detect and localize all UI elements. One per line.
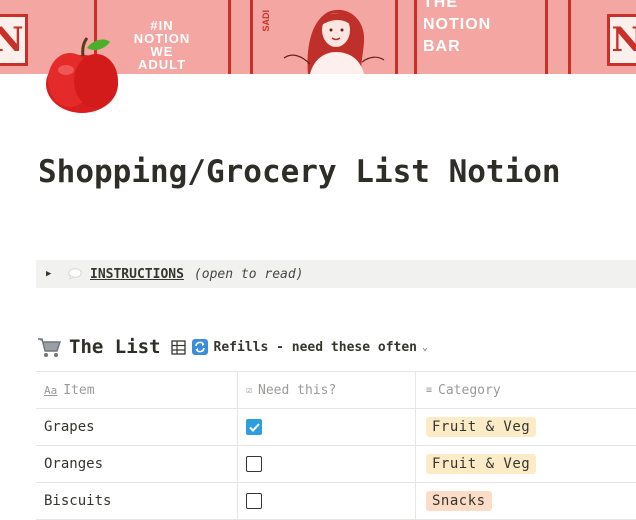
cover-divider [250,0,253,74]
checkbox-icon: ☑ [246,384,253,396]
category-cell[interactable]: Fruit & Veg [416,446,636,482]
category-tag[interactable]: Fruit & Veg [426,454,537,474]
list-icon: ≡ [426,384,433,396]
page-title[interactable]: Shopping/Grocery List Notion [38,154,561,190]
checkmark-icon [248,422,260,432]
item-cell[interactable]: Grapes [36,409,238,445]
cover-slogan-adult: #IN NOTION WE ADULT [119,19,205,71]
table-row[interactable]: Oranges Fruit & Veg [36,446,636,483]
column-header-category[interactable]: ≡ Category [416,372,636,408]
speech-bubble-icon [68,268,82,280]
category-cell[interactable]: Fruit & Veg [416,409,636,445]
table-header-row: Aa Item ☑ Need this? ≡ Category [36,371,636,409]
category-tag[interactable]: Snacks [426,491,492,511]
item-cell[interactable]: Biscuits [36,483,238,519]
text-property-icon: Aa [44,383,58,397]
column-header-label: Need this? [258,382,337,398]
unchecked-checkbox[interactable] [246,493,262,509]
cover-slogan-line: THE [423,0,458,11]
item-cell[interactable]: Oranges [36,446,238,482]
instructions-toggle[interactable]: ▶ INSTRUCTIONS (open to read) [36,260,636,288]
database-title[interactable]: The List [69,336,161,358]
database-table: Aa Item ☑ Need this? ≡ Category Grapes F… [36,371,636,520]
column-header-label: Category [438,382,501,398]
woman-illustration-icon [283,9,385,74]
unchecked-checkbox[interactable] [246,456,262,472]
database-header: The List Refills - need these often ⌄ [37,334,428,360]
cover-divider [568,0,571,74]
category-tag[interactable]: Fruit & Veg [426,417,537,437]
cover-slogan-line: BAR [423,38,461,55]
toggle-hint: (open to read) [193,266,304,282]
view-selector[interactable]: Refills - need these often [214,340,418,355]
cover-divider [414,0,417,74]
column-header-need[interactable]: ☑ Need this? [238,372,416,408]
column-header-item[interactable]: Aa Item [36,372,238,408]
table-row[interactable]: Grapes Fruit & Veg [36,409,636,446]
notion-logo-right: N [607,14,636,66]
table-row[interactable]: Biscuits Snacks [36,483,636,520]
cover-divider [228,0,231,74]
need-cell[interactable] [238,409,416,445]
cover-divider [545,0,548,74]
checked-checkbox[interactable] [246,419,262,435]
cover-slogan-bar: THE NOTION BAR [423,0,533,58]
red-apple-icon[interactable] [42,34,126,114]
shopping-cart-icon [38,338,61,357]
column-header-label: Item [63,382,95,398]
table-icon [170,339,186,355]
cover-divider [395,0,398,74]
chevron-down-icon[interactable]: ⌄ [422,342,428,353]
notion-logo-left: N [0,14,28,66]
refresh-icon [191,339,208,355]
need-cell[interactable] [238,483,416,519]
cover-slogan-line: NOTION [423,16,492,33]
need-cell[interactable] [238,446,416,482]
category-cell[interactable]: Snacks [416,483,636,519]
toggle-label[interactable]: INSTRUCTIONS [90,267,184,282]
cover-slogan-line: ADULT [137,57,187,72]
toggle-triangle-icon[interactable]: ▶ [46,269,54,279]
